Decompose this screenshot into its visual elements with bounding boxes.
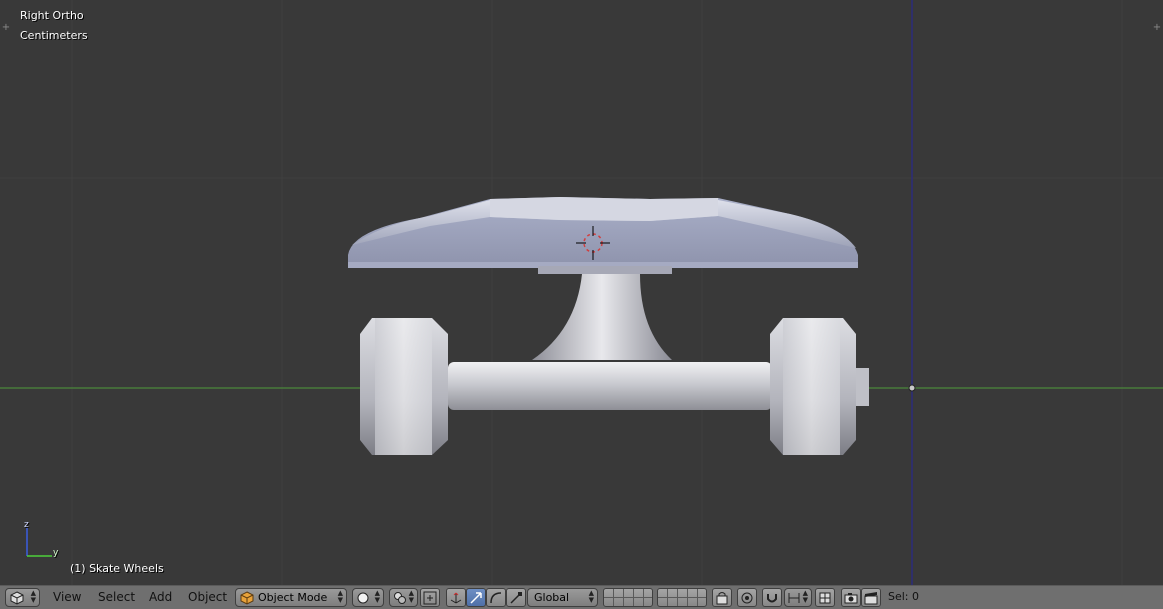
align-icon bbox=[423, 591, 437, 605]
snap-toggle-button[interactable] bbox=[762, 588, 782, 607]
cube-icon bbox=[10, 591, 24, 605]
snap-element-dropdown[interactable]: ▲ ▼ bbox=[784, 588, 812, 607]
pivot-point-icon bbox=[394, 592, 406, 604]
rotate-manipulator-button[interactable] bbox=[486, 588, 506, 607]
mode-label: Object Mode bbox=[258, 591, 328, 604]
snap-increment-icon bbox=[788, 593, 800, 603]
viewport-grid bbox=[0, 0, 1163, 585]
render-animation-button[interactable] bbox=[861, 588, 881, 607]
editor-type-button[interactable]: ▲ ▼ bbox=[5, 588, 40, 607]
mode-dropdown[interactable]: Object Mode ▲ ▼ bbox=[235, 588, 347, 607]
axis-z-label: z bbox=[24, 520, 29, 530]
camera-icon bbox=[844, 593, 858, 604]
dropdown-arrows-icon: ▲ ▼ bbox=[374, 589, 380, 604]
transform-orientation-dropdown[interactable]: Global ▲ ▼ bbox=[527, 588, 598, 607]
snap-target-button[interactable] bbox=[815, 588, 835, 607]
layers-group-2[interactable] bbox=[657, 588, 707, 607]
3d-viewport[interactable]: Right Ortho Centimeters (1) Skate Wheels… bbox=[0, 0, 1163, 585]
dropdown-arrows-icon: ▲ ▼ bbox=[30, 589, 36, 604]
pivot-point-dropdown[interactable]: ▲ ▼ bbox=[389, 588, 418, 607]
manipulator-toggle-button[interactable] bbox=[446, 588, 466, 607]
proportional-editing-button[interactable] bbox=[737, 588, 757, 607]
layers-group-1[interactable] bbox=[603, 588, 653, 607]
scale-icon bbox=[510, 592, 522, 604]
arrow-icon bbox=[470, 592, 482, 604]
translate-manipulator-button[interactable] bbox=[466, 588, 486, 607]
magnet-icon bbox=[767, 594, 777, 603]
snap-target-icon bbox=[819, 592, 831, 604]
region-expand-right-icon[interactable]: + bbox=[1152, 23, 1162, 33]
view-name-label: Right Ortho bbox=[20, 9, 84, 22]
menu-add[interactable]: Add bbox=[149, 590, 172, 604]
lock-layers-button[interactable] bbox=[712, 588, 732, 607]
axis-gizmo bbox=[26, 528, 52, 557]
solid-sphere-icon bbox=[357, 592, 369, 604]
orientation-label: Global bbox=[534, 591, 570, 604]
viewport-shading-dropdown[interactable]: ▲ ▼ bbox=[352, 588, 384, 607]
selection-status: Sel: 0 bbox=[888, 590, 920, 603]
skateboard-mesh bbox=[348, 197, 869, 455]
clapperboard-icon bbox=[864, 592, 878, 605]
proportional-edit-icon bbox=[741, 592, 753, 604]
viewport-header: ▲ ▼ View Select Add Object Object Mode ▲ ▼… bbox=[0, 585, 1163, 609]
orange-cube-icon bbox=[240, 591, 254, 605]
render-opengl-button[interactable] bbox=[841, 588, 861, 607]
dropdown-arrows-icon: ▲ ▼ bbox=[408, 589, 414, 604]
transform-manipulator-icon bbox=[450, 592, 462, 604]
layer-lock-icon bbox=[716, 592, 728, 605]
rotate-icon bbox=[490, 592, 502, 604]
menu-object[interactable]: Object bbox=[188, 590, 227, 604]
menu-view[interactable]: View bbox=[53, 590, 81, 604]
scale-manipulator-button[interactable] bbox=[506, 588, 526, 607]
units-label: Centimeters bbox=[20, 29, 88, 42]
dropdown-arrows-icon: ▲ ▼ bbox=[802, 589, 808, 604]
dropdown-arrows-icon: ▲ ▼ bbox=[337, 589, 343, 604]
origin-point bbox=[908, 384, 916, 392]
active-object-label: (1) Skate Wheels bbox=[70, 562, 164, 575]
menu-select[interactable]: Select bbox=[98, 590, 135, 604]
pivot-only-locations-button[interactable] bbox=[420, 588, 440, 607]
axis-y-label: y bbox=[53, 548, 59, 558]
region-expand-left-icon[interactable]: + bbox=[1, 23, 11, 33]
dropdown-arrows-icon: ▲ ▼ bbox=[588, 589, 594, 604]
